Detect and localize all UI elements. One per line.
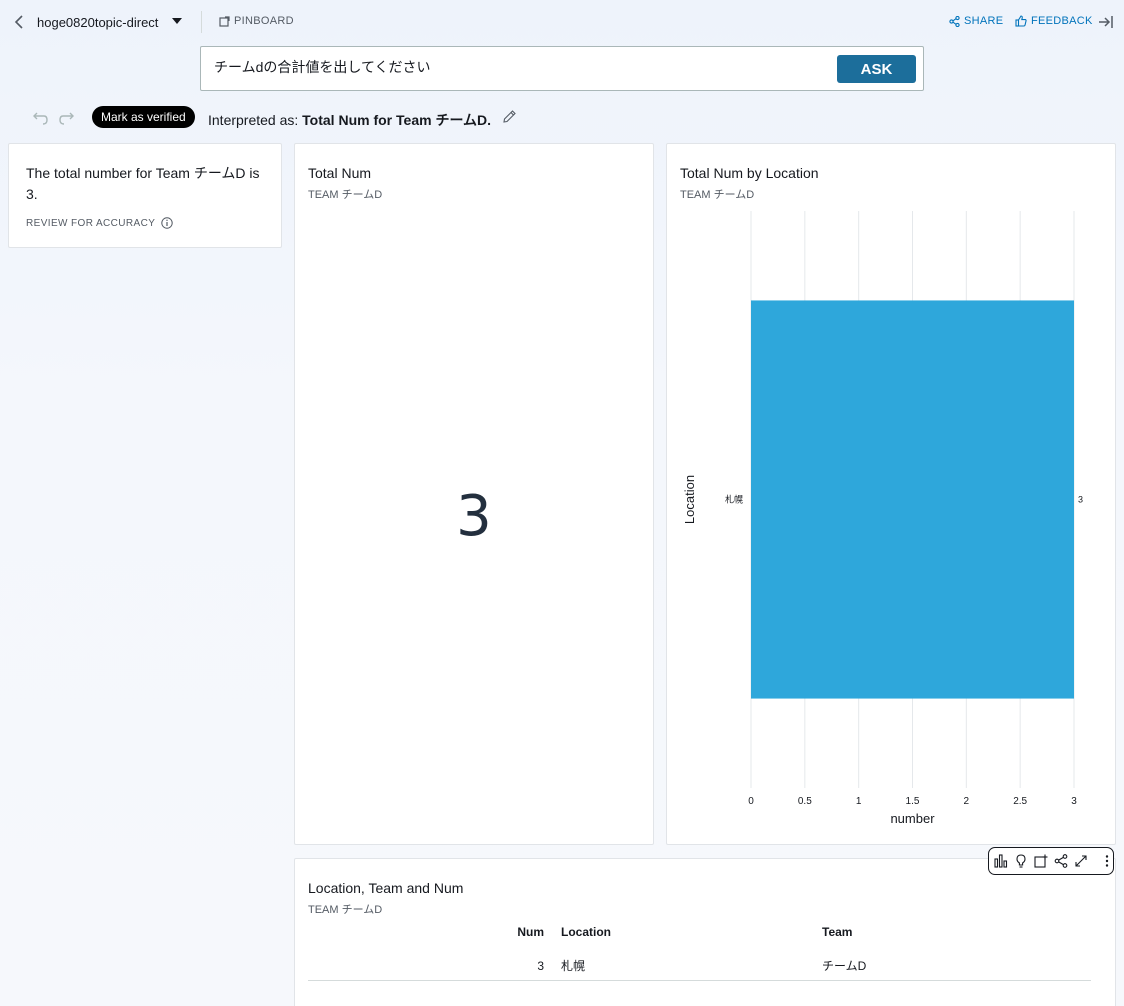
edit-pencil-icon[interactable] <box>503 110 516 123</box>
review-label: REVIEW FOR ACCURACY <box>26 217 156 229</box>
summary-card: The total number for Team チームD is 3. REV… <box>8 143 282 248</box>
info-icon[interactable] <box>161 217 173 229</box>
share-button[interactable]: SHARE <box>949 15 1003 27</box>
kpi-card[interactable]: Total Num TEAM チームD 3 <box>294 143 654 845</box>
top-bar: hoge0820topic-direct PINBOARD SHARE FEED… <box>0 0 1124 44</box>
column-header-team[interactable]: Team <box>822 925 1091 949</box>
share-label: SHARE <box>964 15 1004 27</box>
x-tick-label: 1.5 <box>906 796 920 807</box>
column-header-location[interactable]: Location <box>561 925 822 949</box>
bar-chart-card[interactable]: Total Num by Location TEAM チームD 0 0.5 1 1.5… <box>666 143 1116 845</box>
redo-icon[interactable] <box>59 111 77 125</box>
y-category-label: 札幌 <box>725 494 743 506</box>
lightbulb-icon[interactable] <box>1014 854 1028 868</box>
column-header-num[interactable]: Num <box>308 925 561 949</box>
review-for-accuracy: REVIEW FOR ACCURACY <box>26 217 173 229</box>
topic-name[interactable]: hoge0820topic-direct <box>37 15 158 30</box>
table-subtitle: TEAM チームD <box>308 904 383 916</box>
data-table: Num Location Team 3 札幌 チームD <box>308 925 1091 981</box>
table-header-row: Num Location Team <box>308 925 1091 949</box>
divider <box>201 11 202 33</box>
kpi-value: 3 <box>456 484 492 549</box>
data-label: 3 <box>1078 495 1083 505</box>
x-tick-label: 2.5 <box>1013 796 1027 807</box>
ask-button[interactable]: ASK <box>837 55 916 83</box>
back-chevron-icon[interactable] <box>12 14 26 30</box>
cell-team: チームD <box>822 949 1091 981</box>
kpi-subtitle: TEAM チームD <box>308 189 383 201</box>
share-visual-icon[interactable] <box>1054 854 1068 868</box>
question-bar: ASK <box>200 46 924 91</box>
interpreted-as: Interpreted as: Total Num for Team チームD. <box>208 110 491 130</box>
topic-dropdown-caret-icon[interactable] <box>172 18 182 24</box>
external-pin-icon <box>219 15 230 27</box>
more-options-icon[interactable] <box>1100 854 1114 868</box>
pinboard-label: PINBOARD <box>234 15 294 27</box>
feedback-label: FEEDBACK <box>1031 15 1093 27</box>
undo-icon[interactable] <box>30 111 48 125</box>
x-tick-label: 1 <box>856 796 862 807</box>
cell-location: 札幌 <box>561 949 822 981</box>
share-icon <box>949 15 960 27</box>
summary-text: The total number for Team チームD is 3. <box>26 165 260 202</box>
expand-icon[interactable] <box>1074 854 1088 868</box>
x-axis-title: number <box>890 811 935 826</box>
kpi-title: Total Num <box>308 165 372 181</box>
pinboard-link[interactable]: PINBOARD <box>219 15 294 27</box>
table-card[interactable]: Location, Team and Num TEAM チームD Num Loc… <box>294 858 1116 1006</box>
change-visual-type-icon[interactable] <box>994 854 1008 868</box>
table-row: 3 札幌 チームD <box>308 949 1091 981</box>
y-axis-title: Location <box>682 475 697 524</box>
table-title: Location, Team and Num <box>308 880 464 896</box>
x-tick-label: 2 <box>964 796 970 807</box>
collapse-panel-icon[interactable] <box>1098 14 1114 30</box>
interpreted-value: Total Num for Team チームD. <box>302 112 492 128</box>
thumbs-up-icon <box>1015 15 1027 27</box>
question-input[interactable] <box>214 59 814 75</box>
x-tick-label: 0.5 <box>798 796 812 807</box>
x-tick-label: 0 <box>748 796 754 807</box>
bar <box>751 300 1074 699</box>
feedback-button[interactable]: FEEDBACK <box>1015 15 1093 27</box>
add-to-pinboard-icon[interactable] <box>1034 854 1048 868</box>
visual-toolbar <box>988 847 1114 875</box>
x-tick-label: 3 <box>1071 796 1077 807</box>
bar-chart: 0 0.5 1 1.5 2 2.5 3 札幌 3 number Location <box>682 211 1083 826</box>
cell-num: 3 <box>308 949 561 981</box>
interpreted-prefix: Interpreted as: <box>208 112 303 128</box>
mark-as-verified-button[interactable]: Mark as verified <box>92 106 195 128</box>
